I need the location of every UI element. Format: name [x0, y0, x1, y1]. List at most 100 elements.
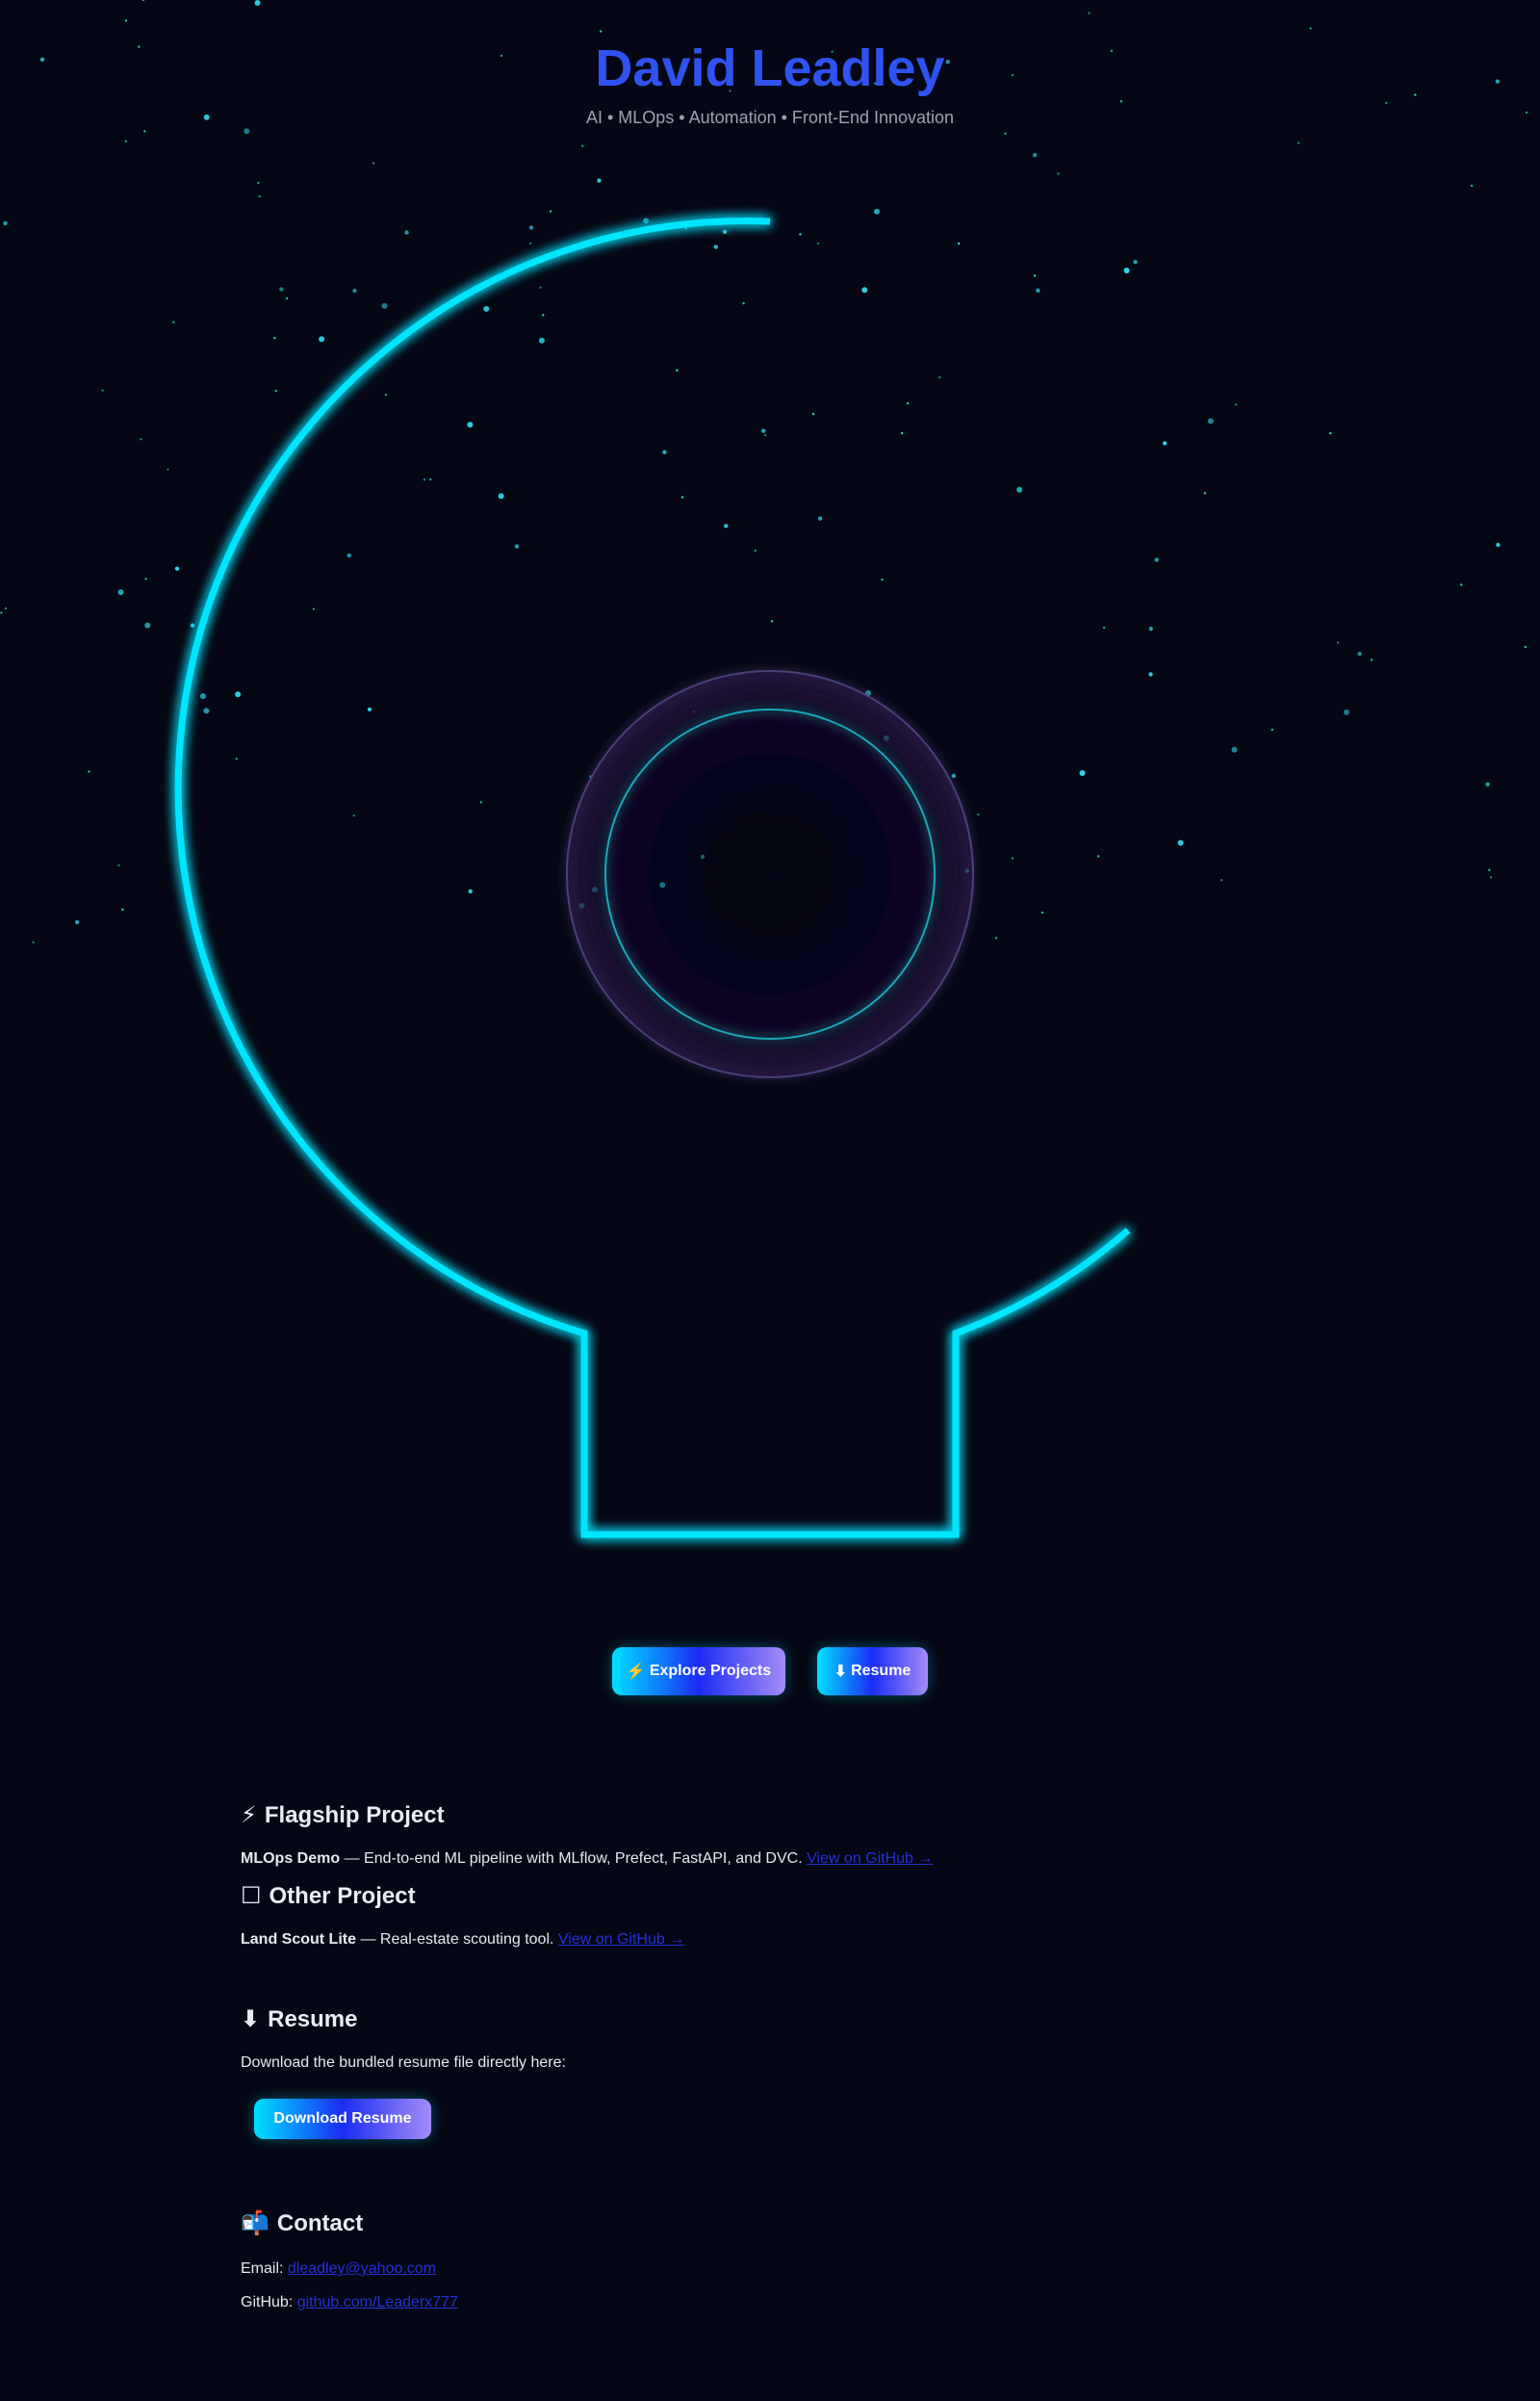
star-dot [200, 693, 206, 700]
star-dot [429, 478, 432, 481]
star-dot [811, 412, 815, 416]
star-dot [1032, 152, 1038, 158]
star-dot [1460, 583, 1463, 586]
star-dot [235, 758, 238, 761]
star-dot [680, 496, 684, 499]
star-dot [117, 864, 120, 866]
star-dot [1485, 782, 1490, 787]
star-dot [117, 589, 124, 596]
contact-heading: 📬 Contact [241, 2208, 1299, 2239]
neon-arc-outline [174, 217, 1131, 1538]
star-dot [874, 208, 880, 215]
star-dot [1079, 770, 1086, 776]
star-dot [1297, 142, 1300, 144]
star-dot [1370, 658, 1373, 661]
star-dot [662, 450, 667, 454]
star-dot [1036, 288, 1040, 293]
explore-projects-button[interactable]: ⚡ Explore Projects [612, 1647, 785, 1695]
email-link[interactable]: dleadley@yahoo.com [288, 2260, 436, 2277]
star-dot [1329, 431, 1332, 435]
star-dot [3, 220, 8, 226]
star-dot [529, 242, 532, 245]
resume-button[interactable]: ⬇ Resume [817, 1647, 928, 1695]
star-dot [1097, 855, 1100, 858]
page-title: David Leadley [595, 39, 945, 97]
star-dot [1270, 728, 1274, 732]
other-project-description: Land Scout Lite — Real-estate scouting t… [241, 1929, 1299, 1950]
star-dot [1524, 645, 1527, 649]
flagship-heading: ⚡ Flagship Project [241, 1800, 1299, 1831]
star-dot [592, 887, 598, 893]
star-dot [1040, 911, 1044, 915]
star-dot [346, 553, 351, 558]
star-dot [692, 710, 696, 713]
star-dot [1148, 626, 1154, 632]
resume-button-label: Resume [851, 1663, 911, 1679]
flagship-section: ⚡ Flagship Project MLOps Demo — End-to-e… [241, 1800, 1299, 1870]
star-dot [203, 708, 210, 714]
star-dot [121, 908, 124, 911]
star-dot [589, 775, 592, 778]
star-dot [124, 19, 128, 22]
flagship-project-text: — End-to-end ML pipeline with MLflow, Pr… [340, 1850, 808, 1867]
flagship-github-link[interactable]: View on GitHub → [807, 1850, 933, 1867]
page-subtitle: AI • MLOps • Automation • Front-End Inno… [585, 108, 955, 127]
star-dot [659, 882, 666, 889]
star-dot [538, 337, 545, 344]
resume-text: Download the bundled resume file directl… [241, 2054, 566, 2071]
download-resume-button[interactable]: Download Resume [254, 2099, 431, 2139]
star-dot [285, 297, 289, 300]
star-dot [901, 431, 904, 435]
star-dot [1488, 868, 1491, 871]
star-dot [404, 230, 409, 235]
lightning-icon: ⚡ [241, 1802, 257, 1828]
star-dot [235, 691, 242, 698]
star-dot [1177, 839, 1184, 846]
star-dot [581, 144, 584, 147]
star-dot [1148, 672, 1153, 677]
star-dot [1470, 184, 1474, 188]
resume-heading: ⬇ Resume [241, 2004, 1299, 2035]
star-dot [938, 375, 941, 379]
star-dot [124, 140, 127, 142]
star-dot [254, 0, 261, 6]
star-dot [643, 218, 650, 224]
other-project-github-link[interactable]: View on GitHub → [558, 1931, 684, 1948]
star-dot [1385, 101, 1388, 105]
star-dot [542, 314, 545, 317]
star-dot [883, 735, 889, 741]
star-dot [865, 690, 871, 696]
star-dot [1496, 542, 1501, 548]
neon-logo-graphic [174, 217, 1131, 1538]
box-icon: ☐ [241, 1883, 262, 1909]
star-dot [951, 773, 956, 779]
contact-heading-text: Contact [276, 2210, 364, 2236]
star-dot [273, 336, 276, 340]
star-dot [257, 181, 260, 185]
star-dot [319, 336, 325, 343]
star-dot [1357, 651, 1362, 657]
star-dot [4, 607, 8, 610]
resume-section: ⬇ Resume Download the bundled resume fil… [241, 2004, 1299, 2139]
star-dot [1162, 441, 1168, 446]
github-link[interactable]: github.com/Leaderx777 [297, 2294, 458, 2311]
star-dot [367, 707, 372, 712]
star-dot [1231, 746, 1238, 753]
star-dot [498, 493, 504, 500]
star-dot [279, 287, 284, 292]
star-dot [599, 30, 603, 33]
explore-projects-label: Explore Projects [649, 1663, 772, 1679]
star-dot [140, 438, 142, 441]
star-dot [977, 813, 980, 816]
star-dot [817, 516, 823, 521]
other-project-name: Land Scout Lite [241, 1931, 356, 1948]
star-dot [906, 401, 910, 405]
star-dot [597, 178, 602, 183]
star-dot [467, 422, 474, 428]
star-dot [761, 428, 766, 433]
star-dot [861, 287, 868, 294]
star-dot [1207, 418, 1214, 425]
star-dot [190, 623, 195, 628]
star-dot [1203, 492, 1207, 495]
star-dot [763, 433, 767, 437]
